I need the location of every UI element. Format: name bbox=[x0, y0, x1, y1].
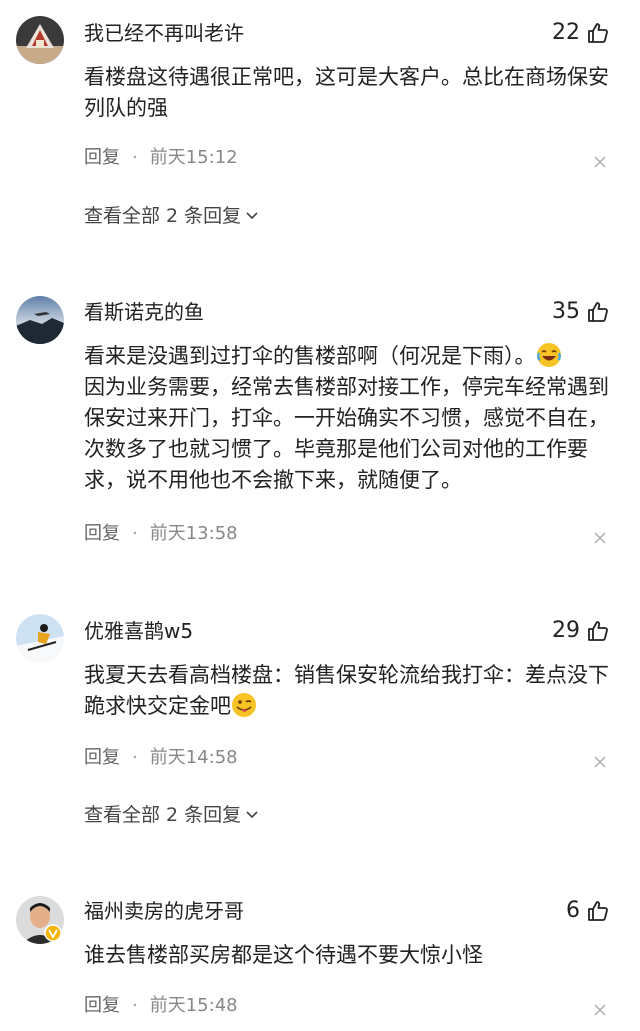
close-icon[interactable] bbox=[594, 532, 606, 544]
avatar[interactable] bbox=[16, 16, 64, 64]
comment-text: 看楼盘这待遇很正常吧，这可是大客户。总比在商场保安列队的强 bbox=[84, 65, 609, 120]
laughing-crying-emoji-icon bbox=[536, 342, 562, 368]
comment-text-body: 我夏天去看高档楼盘：销售保安轮流给我打伞：差点没下跪求快交定金吧 bbox=[84, 663, 609, 718]
landscape-avatar-icon bbox=[16, 296, 64, 344]
comment-meta: 回复 · 前天13:58 bbox=[84, 522, 238, 546]
comment-text-rest: 因为业务需要，经常去售楼部对接工作，停完车经常遇到保安过来开门，打伞。一开始确实… bbox=[84, 375, 609, 492]
verified-badge-icon bbox=[44, 924, 62, 942]
avatar[interactable] bbox=[16, 614, 64, 662]
comment-text: 看来是没遇到过打伞的售楼部啊（何况是下雨）。 因为业务需要，经常去售楼部对接工作… bbox=[84, 341, 614, 496]
separator-dot: · bbox=[132, 147, 138, 168]
close-icon[interactable] bbox=[594, 1004, 606, 1016]
view-replies-label: 查看全部 2 条回复 bbox=[84, 804, 242, 826]
building-avatar-icon bbox=[16, 16, 64, 64]
skier-avatar-icon bbox=[16, 614, 64, 662]
timestamp: 前天14:58 bbox=[149, 747, 238, 768]
reply-button[interactable]: 回复 bbox=[84, 146, 120, 170]
comment-meta: 回复 · 前天14:58 bbox=[84, 746, 238, 770]
separator-dot: · bbox=[132, 523, 138, 544]
username[interactable]: 优雅喜鹊w5 bbox=[84, 618, 193, 644]
avatar[interactable] bbox=[16, 296, 64, 344]
comment-text-line1: 看来是没遇到过打伞的售楼部啊（何况是下雨）。 bbox=[84, 344, 536, 368]
like-button[interactable]: 29 bbox=[552, 618, 610, 644]
chevron-down-icon bbox=[246, 212, 258, 220]
thumbs-up-icon bbox=[588, 901, 608, 921]
username[interactable]: 我已经不再叫老许 bbox=[84, 20, 244, 46]
comment-text: 我夏天去看高档楼盘：销售保安轮流给我打伞：差点没下跪求快交定金吧 bbox=[84, 660, 614, 722]
close-icon[interactable] bbox=[594, 756, 606, 768]
reply-button[interactable]: 回复 bbox=[84, 994, 120, 1018]
close-icon[interactable] bbox=[594, 156, 606, 168]
like-button[interactable]: 35 bbox=[552, 299, 610, 325]
comment-text: 谁去售楼部买房都是这个待遇不要大惊小怪 bbox=[84, 943, 483, 967]
username[interactable]: 福州卖房的虎牙哥 bbox=[84, 898, 244, 924]
like-count: 29 bbox=[552, 618, 580, 643]
timestamp: 前天15:48 bbox=[149, 995, 238, 1016]
timestamp: 前天15:12 bbox=[149, 147, 238, 168]
separator-dot: · bbox=[132, 995, 138, 1016]
like-button[interactable]: 6 bbox=[566, 898, 610, 924]
thumbs-up-icon bbox=[588, 621, 608, 641]
separator-dot: · bbox=[132, 747, 138, 768]
like-count: 22 bbox=[552, 20, 580, 45]
thumbs-up-icon bbox=[588, 23, 608, 43]
winking-tongue-emoji-icon bbox=[231, 692, 257, 718]
username[interactable]: 看斯诺克的鱼 bbox=[84, 299, 204, 325]
comment-meta: 回复 · 前天15:48 bbox=[84, 994, 238, 1018]
like-count: 6 bbox=[566, 898, 580, 923]
view-replies-button[interactable]: 查看全部 2 条回复 bbox=[84, 802, 259, 828]
view-replies-button[interactable]: 查看全部 2 条回复 bbox=[84, 203, 259, 229]
view-replies-label: 查看全部 2 条回复 bbox=[84, 205, 242, 227]
reply-button[interactable]: 回复 bbox=[84, 746, 120, 770]
like-count: 35 bbox=[552, 299, 580, 324]
timestamp: 前天13:58 bbox=[149, 523, 238, 544]
chevron-down-icon bbox=[246, 811, 258, 819]
thumbs-up-icon bbox=[588, 302, 608, 322]
comment-meta: 回复 · 前天15:12 bbox=[84, 146, 238, 170]
like-button[interactable]: 22 bbox=[552, 20, 610, 46]
reply-button[interactable]: 回复 bbox=[84, 522, 120, 546]
